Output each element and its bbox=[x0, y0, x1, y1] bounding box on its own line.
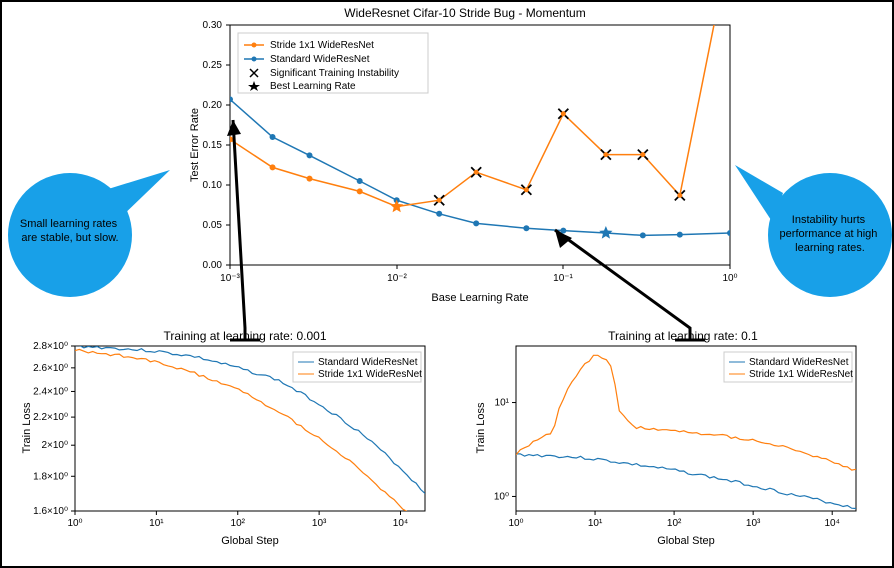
br-series-standard bbox=[516, 454, 856, 509]
svg-text:10⁰: 10⁰ bbox=[508, 518, 523, 529]
svg-text:10¹: 10¹ bbox=[495, 398, 510, 409]
svg-text:Stride 1x1 WideResNet: Stride 1x1 WideResNet bbox=[749, 369, 853, 380]
svg-text:1.6×10⁰: 1.6×10⁰ bbox=[33, 506, 68, 517]
svg-text:10³: 10³ bbox=[746, 518, 761, 529]
br-legend: Standard WideResNet Stride 1x1 WideResNe… bbox=[724, 352, 853, 382]
svg-text:Stride 1x1 WideResNet: Stride 1x1 WideResNet bbox=[270, 40, 374, 51]
arrow-right bbox=[460, 220, 720, 370]
bl-yticks: 1.6×10⁰ 1.8×10⁰ 2×10⁰ 2.2×10⁰ 2.4×10⁰ 2.6×10⁰… bbox=[33, 341, 75, 517]
svg-text:10⁰: 10⁰ bbox=[67, 518, 82, 529]
svg-text:Standard WideResNet: Standard WideResNet bbox=[270, 54, 370, 65]
svg-text:10⁻²: 10⁻² bbox=[387, 273, 407, 284]
svg-text:2.2×10⁰: 2.2×10⁰ bbox=[33, 412, 68, 423]
svg-text:10¹: 10¹ bbox=[149, 518, 164, 529]
svg-text:10²: 10² bbox=[231, 518, 246, 529]
svg-text:10²: 10² bbox=[667, 518, 682, 529]
svg-text:10⁰: 10⁰ bbox=[494, 491, 509, 502]
left-annotation-bubble: Small learning rates are stable, but slo… bbox=[0, 165, 170, 335]
svg-text:Significant Training Instabili: Significant Training Instability bbox=[270, 68, 399, 79]
br-yticks: 10⁰ 10¹ bbox=[494, 398, 516, 503]
arrow-left bbox=[175, 80, 375, 380]
svg-text:10⁴: 10⁴ bbox=[824, 518, 839, 529]
bl-xlabel: Global Step bbox=[221, 535, 278, 547]
svg-text:2.6×10⁰: 2.6×10⁰ bbox=[33, 363, 68, 374]
svg-text:10¹: 10¹ bbox=[588, 518, 603, 529]
br-ylabel: Train Loss bbox=[475, 402, 487, 453]
svg-text:Standard WideResNet: Standard WideResNet bbox=[749, 357, 849, 368]
svg-text:0.25: 0.25 bbox=[203, 60, 223, 71]
bl-ylabel: Train Loss bbox=[21, 402, 33, 453]
svg-text:10³: 10³ bbox=[312, 518, 327, 529]
main-title: WideResnet Cifar-10 Stride Bug - Momentu… bbox=[344, 6, 585, 20]
svg-text:10⁴: 10⁴ bbox=[393, 518, 408, 529]
svg-text:1.8×10⁰: 1.8×10⁰ bbox=[33, 471, 68, 482]
br-xticks: 10⁰ 10¹ 10² 10³ 10⁴ bbox=[508, 511, 839, 529]
svg-text:0.30: 0.30 bbox=[203, 20, 223, 31]
svg-text:2×10⁰: 2×10⁰ bbox=[41, 440, 68, 451]
bl-xticks: 10⁰ 10¹ 10² 10³ 10⁴ bbox=[67, 511, 408, 529]
br-xlabel: Global Step bbox=[657, 535, 714, 547]
svg-text:2.4×10⁰: 2.4×10⁰ bbox=[33, 386, 68, 397]
right-annotation-bubble: Instability hurts performance at high le… bbox=[735, 155, 894, 320]
svg-text:2.8×10⁰: 2.8×10⁰ bbox=[33, 341, 68, 352]
